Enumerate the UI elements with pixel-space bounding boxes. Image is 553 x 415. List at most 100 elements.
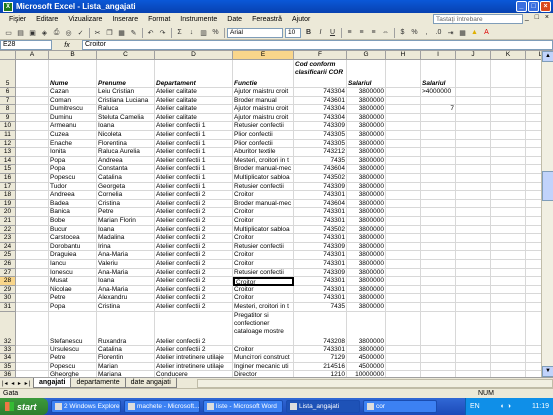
cell-prenume[interactable]: Alexandru	[97, 294, 155, 303]
cell-func[interactable]: Retusier confectii	[233, 268, 294, 278]
cell-func[interactable]: Retusier confectii	[233, 242, 294, 252]
cell[interactable]	[421, 311, 456, 346]
cell[interactable]	[491, 225, 526, 235]
cell-prenume[interactable]: Ioana	[97, 225, 155, 235]
cell[interactable]	[456, 191, 491, 200]
cell-func[interactable]: Retusier confectii	[233, 122, 294, 131]
cell-cod[interactable]: 743301	[294, 208, 347, 217]
column-header-b[interactable]: B	[49, 51, 97, 60]
column-header-i[interactable]: I	[421, 51, 456, 60]
cell[interactable]	[16, 131, 49, 140]
cell-dep[interactable]: Atelier confectii 2	[155, 191, 233, 200]
cell[interactable]	[421, 199, 456, 209]
cell-dep[interactable]: Atelier confectii 2	[155, 225, 233, 235]
cell-sal[interactable]: 3800000	[347, 191, 386, 200]
menu-insert[interactable]: Inserare	[107, 16, 143, 23]
row-header-11[interactable]: 11	[0, 131, 16, 140]
cell-dep[interactable]: Atelier confectii 2	[155, 234, 233, 243]
tab-angajati[interactable]: angajati	[33, 378, 72, 388]
cell-prenume[interactable]: Ana-Maria	[97, 268, 155, 278]
row-header-14[interactable]: 14	[0, 156, 16, 166]
cell-sal[interactable]: 3800000	[347, 182, 386, 192]
cell-prenume[interactable]: Ioana	[97, 122, 155, 131]
cell[interactable]	[16, 191, 49, 200]
cell-dep[interactable]: Atelier confectii 2	[155, 277, 233, 286]
cell-sal[interactable]: 3800000	[347, 131, 386, 140]
align-center-icon[interactable]: ≡	[356, 27, 367, 38]
cell[interactable]	[16, 156, 49, 166]
cell[interactable]	[386, 131, 421, 140]
criteria-cell-i8[interactable]: 7	[421, 105, 456, 114]
tab-date-angajati[interactable]: date angajati	[124, 378, 177, 388]
row-header-29[interactable]: 29	[0, 285, 16, 295]
cell[interactable]	[491, 208, 526, 217]
cell-prenume[interactable]: Cornelia	[97, 191, 155, 200]
cell-cod[interactable]: 743305	[294, 139, 347, 149]
cell-prenume[interactable]: Cristina	[97, 199, 155, 209]
cell-cod[interactable]: 743301	[294, 234, 347, 243]
row-header-33[interactable]: 33	[0, 345, 16, 355]
start-button[interactable]: start	[0, 398, 48, 415]
paste-icon[interactable]: ▦	[116, 27, 127, 38]
cell-sal[interactable]: 3800000	[347, 105, 386, 114]
cell[interactable]	[526, 277, 541, 286]
cell-prenume[interactable]: Florentina	[97, 139, 155, 149]
cell-sal[interactable]: 3800000	[347, 285, 386, 295]
cell-cod[interactable]: 743604	[294, 165, 347, 174]
print-icon[interactable]: ⎙	[51, 27, 62, 38]
cell-nume[interactable]: Coman	[49, 96, 97, 106]
cell-dep[interactable]: Atelier confectii 2	[155, 260, 233, 269]
select-all-corner[interactable]	[0, 51, 16, 60]
cell-dep[interactable]: Atelier confectii 2	[155, 208, 233, 217]
cell[interactable]	[421, 165, 456, 174]
cell[interactable]	[491, 345, 526, 355]
cell[interactable]	[526, 60, 541, 88]
cell[interactable]	[456, 251, 491, 260]
help-question-input[interactable]: Tastaţi întrebare	[433, 14, 523, 24]
cell-func[interactable]: Broder manual	[233, 96, 294, 106]
cell[interactable]	[456, 96, 491, 106]
cell-nume[interactable]: Popa	[49, 156, 97, 166]
cell-nume[interactable]: Enache	[49, 139, 97, 149]
close-button[interactable]: ×	[540, 1, 551, 12]
cell-func[interactable]: Ajutor maistru croit	[233, 113, 294, 123]
cell[interactable]	[16, 139, 49, 149]
cell[interactable]	[16, 268, 49, 278]
cell[interactable]	[421, 148, 456, 157]
minimize-button[interactable]: _	[516, 1, 527, 12]
cell-sal[interactable]: 3800000	[347, 139, 386, 149]
cell-prenume[interactable]: Marian Florin	[97, 217, 155, 226]
row-header-27[interactable]: 27	[0, 268, 16, 278]
cell-dep[interactable]: Atelier confectii 1	[155, 156, 233, 166]
cell-prenume[interactable]: Stelutа Camelia	[97, 113, 155, 123]
cell-cod[interactable]: 743301	[294, 294, 347, 303]
cell-cod[interactable]: 743301	[294, 277, 347, 286]
cell[interactable]	[16, 225, 49, 235]
autosum-icon[interactable]: Σ	[174, 27, 185, 38]
cell[interactable]	[491, 311, 526, 346]
cell-dep[interactable]: Atelier confectii 2	[155, 217, 233, 226]
cell[interactable]	[386, 165, 421, 174]
cell-cod[interactable]: 743502	[294, 225, 347, 235]
cell[interactable]	[526, 183, 541, 192]
cell[interactable]	[491, 294, 526, 303]
cell[interactable]	[421, 174, 456, 183]
cell[interactable]	[386, 362, 421, 372]
cell-nume[interactable]: Bucur	[49, 225, 97, 235]
header-departament[interactable]: Departament	[155, 60, 233, 88]
chart-icon[interactable]: ▥	[198, 27, 209, 38]
cell-nume[interactable]: Nicolae	[49, 285, 97, 295]
menu-view[interactable]: Vizualizare	[63, 16, 107, 23]
row-header-31[interactable]: 31	[0, 303, 16, 312]
cell[interactable]	[456, 285, 491, 295]
cell[interactable]	[526, 346, 541, 355]
cell-prenume[interactable]: Ana-Maria	[97, 285, 155, 295]
cell[interactable]	[456, 354, 491, 363]
cell-nume[interactable]: Badea	[49, 199, 97, 209]
cell-dep[interactable]: Atelier confectii 1	[155, 139, 233, 149]
cell[interactable]	[16, 199, 49, 209]
cell-func[interactable]: Inginer mecanic uti	[233, 362, 294, 372]
cell[interactable]	[386, 208, 421, 217]
cell-prenume[interactable]: Madalina	[97, 234, 155, 243]
cell[interactable]	[16, 122, 49, 131]
